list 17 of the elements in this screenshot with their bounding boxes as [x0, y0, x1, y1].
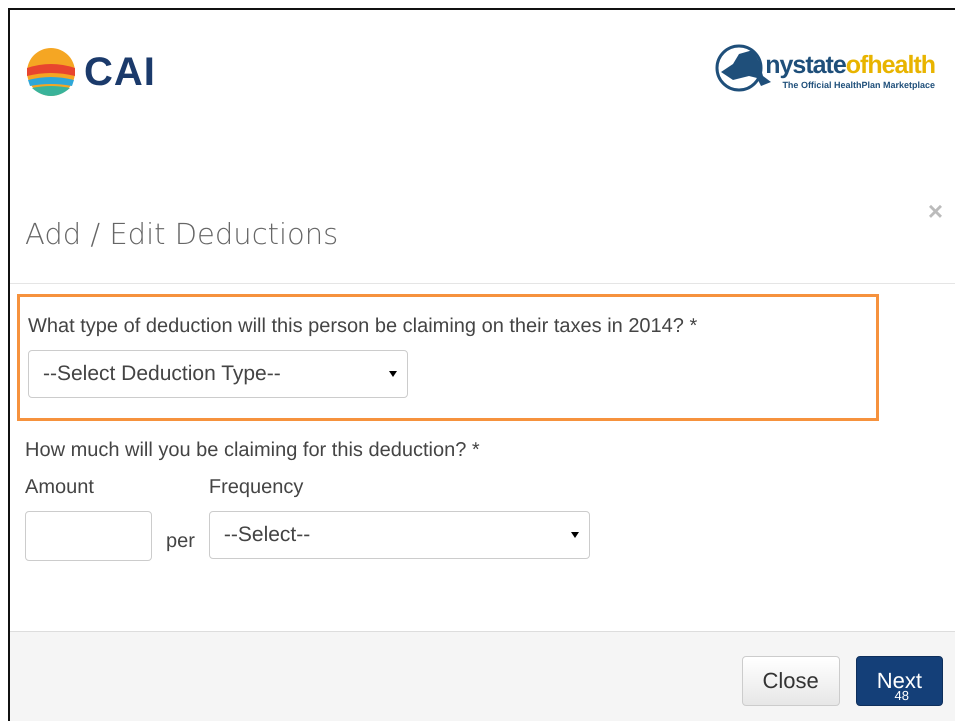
- close-button[interactable]: Close: [742, 656, 840, 706]
- question-label: How much will you be claiming for this deduction? *: [25, 439, 481, 462]
- logo-tagline: The Official HealthPlan Marketplace: [782, 80, 935, 90]
- page-number: 48: [894, 688, 909, 703]
- dialog-title: Add / Edit Deductions: [25, 217, 338, 251]
- amount-label: Amount: [25, 476, 95, 499]
- amount-field[interactable]: [25, 511, 152, 561]
- per-label: per: [166, 530, 195, 554]
- logo-icon: [26, 46, 76, 98]
- caret-icon: [570, 532, 579, 538]
- caret-icon: [389, 371, 397, 377]
- question-label: What type of deduction will this person be claiming on their taxes in 2014? *: [28, 315, 698, 338]
- logo-text: CAI: [84, 50, 156, 94]
- frequency-label: Frequency: [208, 476, 304, 499]
- logo-text: nystateofhealth: [765, 50, 935, 80]
- frequency-select[interactable]: --Select--: [208, 511, 590, 559]
- deduction-type-select[interactable]: --Select Deduction Type--: [28, 350, 408, 398]
